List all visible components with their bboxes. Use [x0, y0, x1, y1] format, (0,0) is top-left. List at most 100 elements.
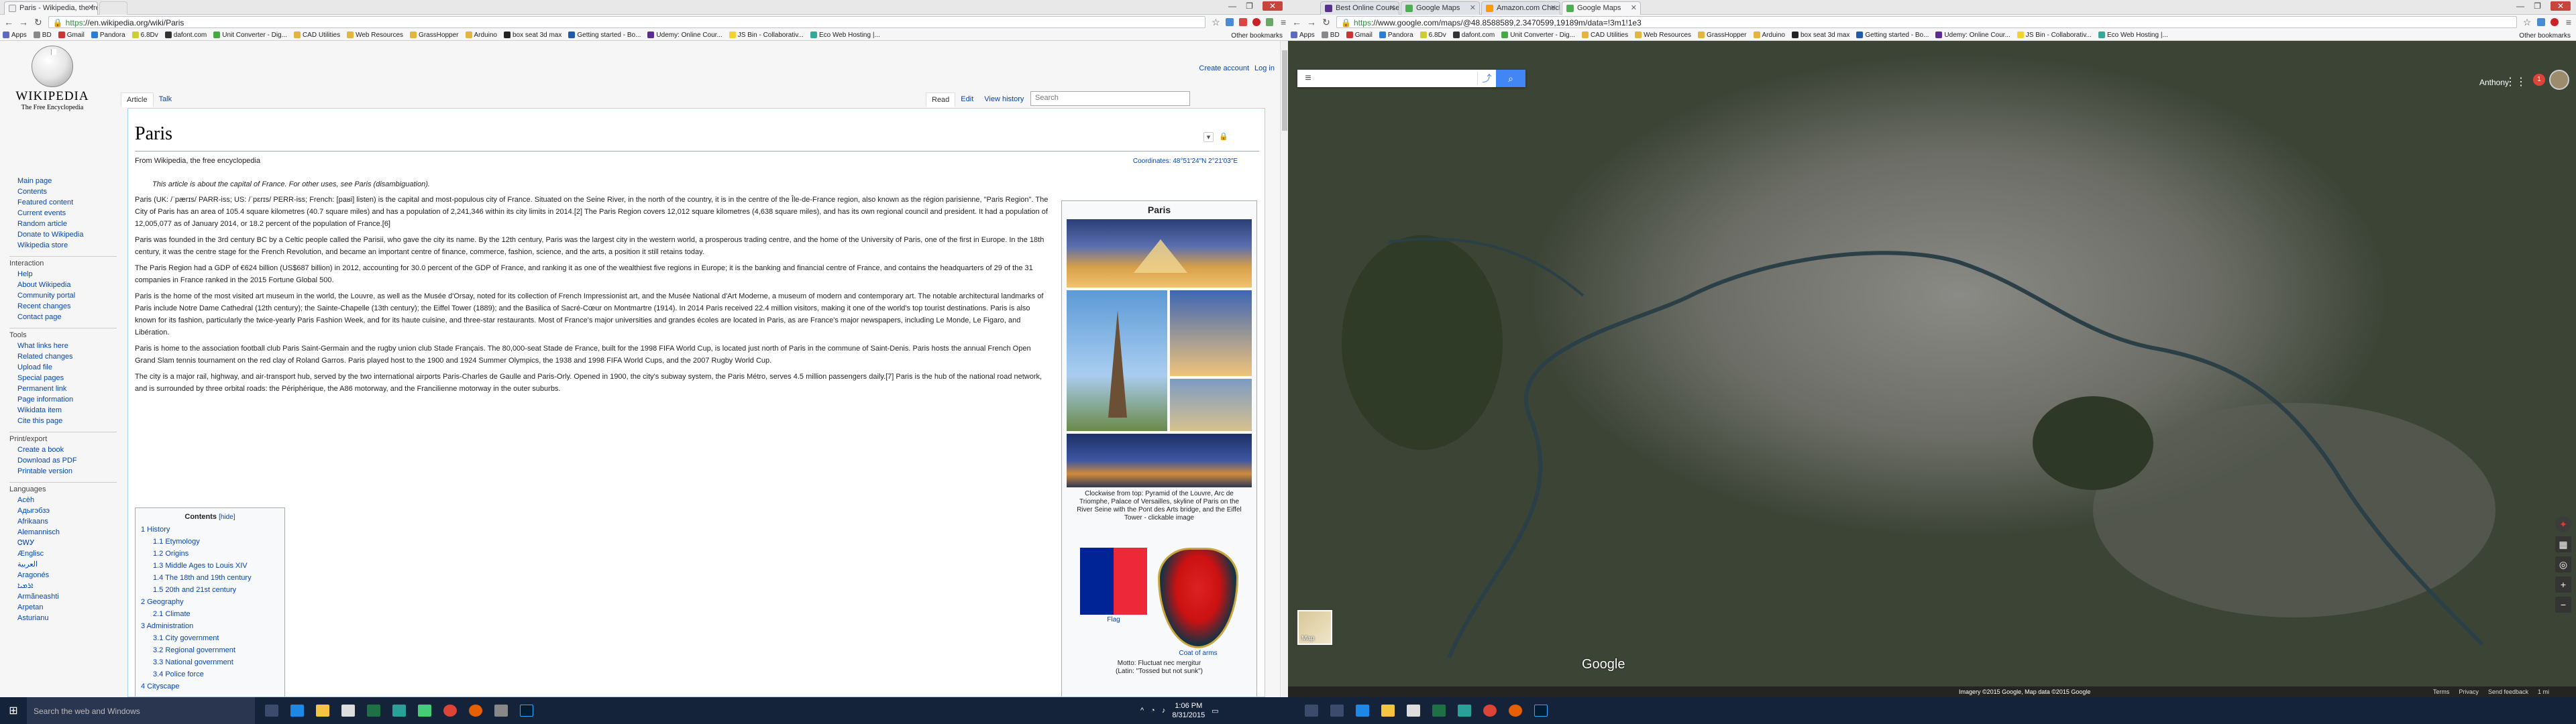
bookmark-item[interactable]: JS Bin - Collaborativ...	[729, 32, 804, 39]
chrome-icon[interactable]	[440, 701, 460, 721]
tab-wikipedia[interactable]: Paris - Wikipedia, the free ✕	[4, 1, 98, 15]
sidebar-link[interactable]: Cite this page	[9, 416, 117, 426]
extension-icon[interactable]	[2537, 18, 2545, 26]
tab-google-maps[interactable]: Google Maps ✕	[1401, 1, 1480, 15]
star-icon[interactable]: ☆	[2522, 17, 2532, 28]
bookmark-item[interactable]: box seat 3d max	[503, 32, 561, 39]
bookmark-item[interactable]: Web Resources	[347, 32, 403, 39]
tab-talk[interactable]: Talk	[154, 93, 178, 107]
language-link[interactable]: Acèh	[9, 495, 117, 505]
sidebar-link[interactable]: Create a book	[9, 444, 117, 455]
language-link[interactable]: ᏣᎳᎩ	[9, 538, 117, 548]
url-field[interactable]: 🔒 https://en.wikipedia.org/wiki/Paris	[48, 16, 1206, 28]
tools-dropdown-icon[interactable]: ▾	[1203, 132, 1214, 142]
tab-google-maps-active[interactable]: Google Maps ✕	[1562, 1, 1641, 15]
tab-read[interactable]: Read	[926, 93, 956, 107]
log-in-link[interactable]: Log in	[1254, 64, 1275, 72]
edge-icon[interactable]	[287, 701, 307, 721]
pinterest-icon[interactable]	[1252, 18, 1260, 26]
excel-icon[interactable]	[1429, 701, 1449, 721]
arc-de-triomphe-image[interactable]	[1170, 290, 1252, 376]
bookmark-item[interactable]: Pandora	[91, 32, 125, 39]
language-link[interactable]: العربية	[9, 559, 117, 570]
wiki-search-input[interactable]: Search	[1030, 91, 1190, 106]
extension-icon[interactable]	[1226, 18, 1234, 26]
firefox-icon[interactable]	[1505, 701, 1525, 721]
file-explorer-icon[interactable]	[1378, 701, 1398, 721]
bookmark-item[interactable]: Apps	[3, 32, 27, 39]
store-icon[interactable]	[1403, 701, 1424, 721]
notifications-icon[interactable]: ▭	[1212, 707, 1218, 715]
close-window-icon[interactable]: ✕	[1262, 1, 1283, 11]
url-field[interactable]: 🔒 https://www.google.com/maps/@48.8588589…	[1336, 16, 2517, 28]
store-icon[interactable]	[338, 701, 358, 721]
sidebar-link[interactable]: Featured content	[9, 197, 117, 208]
sidebar-link[interactable]: Contents	[9, 186, 117, 197]
flag-of-paris[interactable]	[1080, 548, 1147, 615]
app-icon[interactable]	[389, 701, 409, 721]
language-link[interactable]: Aragonés	[9, 570, 117, 581]
toc-item[interactable]: 2 Geography	[141, 596, 279, 608]
toc-item[interactable]: 3 Administration	[141, 620, 279, 632]
map-type-toggle[interactable]: Map	[1297, 610, 1332, 645]
sidebar-link[interactable]: What links here	[9, 341, 117, 351]
toc-item[interactable]: 1 History	[141, 524, 279, 536]
bookmark-item[interactable]: Apps	[1291, 32, 1315, 39]
bookmark-item[interactable]: Udemy: Online Cour...	[1935, 32, 2010, 39]
toc-item[interactable]: 1.3 Middle Ages to Louis XIV	[141, 560, 279, 572]
coat-of-arms-label[interactable]: Coat of arms	[1158, 650, 1238, 657]
language-link[interactable]: Arpetan	[9, 602, 117, 613]
toc-item[interactable]: 1.4 The 18th and 19th century	[141, 572, 279, 584]
back-icon[interactable]: ←	[1292, 17, 1301, 27]
reload-icon[interactable]: ↻	[34, 17, 43, 28]
bookmark-item[interactable]: GrassHopper	[1698, 32, 1747, 39]
toc-item[interactable]: 3.3 National government	[141, 656, 279, 668]
sidebar-link[interactable]: Donate to Wikipedia	[9, 229, 117, 240]
language-link[interactable]: Адыгэбзэ	[9, 505, 117, 516]
task-view-icon[interactable]	[1327, 701, 1347, 721]
language-link[interactable]: Afrikaans	[9, 516, 117, 527]
apps-grid-icon[interactable]: ⋮⋮	[2505, 75, 2526, 88]
bookmark-item[interactable]: Getting started - Bo...	[568, 32, 641, 39]
versailles-image[interactable]	[1170, 379, 1252, 431]
back-icon[interactable]: ←	[4, 17, 13, 27]
bookmark-item[interactable]: Udemy: Online Cour...	[647, 32, 722, 39]
language-link[interactable]: ܐܪܡܝܐ	[9, 581, 117, 591]
bookmark-item[interactable]: Eco Web Hosting |...	[810, 32, 880, 39]
sidebar-link[interactable]: Page information	[9, 394, 117, 405]
language-link[interactable]: Asturianu	[9, 613, 117, 623]
tab-article[interactable]: Article	[121, 93, 154, 107]
toc-item[interactable]: 2.1 Climate	[141, 608, 279, 620]
toc-item[interactable]: 1.1 Etymology	[141, 536, 279, 548]
star-icon[interactable]: ☆	[1211, 17, 1220, 28]
directions-icon[interactable]: ⤴	[1477, 72, 1496, 85]
bookmark-item[interactable]: 6.8Dv	[131, 32, 158, 39]
zoom-out-icon[interactable]: −	[2555, 597, 2571, 613]
forward-icon[interactable]: →	[1307, 17, 1316, 27]
app-icon[interactable]	[415, 701, 435, 721]
send-feedback-link[interactable]: Send feedback	[2488, 688, 2528, 695]
menu-icon[interactable]: ≡	[1279, 17, 1288, 27]
bookmark-item[interactable]: Unit Converter - Dig...	[213, 32, 287, 39]
forward-icon[interactable]: →	[19, 17, 28, 27]
close-tab-icon[interactable]: ✕	[88, 3, 94, 12]
bookmark-item[interactable]: Gmail	[1346, 32, 1373, 39]
sidebar-link[interactable]: Help	[9, 269, 117, 280]
sidebar-link[interactable]: Recent changes	[9, 301, 117, 312]
bookmark-item[interactable]: JS Bin - Collaborativ...	[2017, 32, 2092, 39]
terms-link[interactable]: Terms	[2433, 688, 2450, 695]
coat-of-arms-image[interactable]	[1158, 548, 1238, 648]
photoshop-icon[interactable]	[517, 701, 537, 721]
bookmark-item[interactable]: Eco Web Hosting |...	[2098, 32, 2168, 39]
close-tab-icon[interactable]: ✕	[1550, 3, 1556, 12]
tab-view-history[interactable]: View history	[979, 93, 1029, 107]
sidebar-link[interactable]: Download as PDF	[9, 455, 117, 466]
app-icon[interactable]	[491, 701, 511, 721]
compass-icon[interactable]: ✦	[2555, 516, 2571, 532]
bookmark-item[interactable]: dafont.com	[1452, 32, 1495, 39]
sidebar-link[interactable]: Upload file	[9, 362, 117, 373]
bookmark-item[interactable]: 6.8Dv	[1419, 32, 1446, 39]
bookmark-item[interactable]: Arduino	[1753, 32, 1785, 39]
bookmark-item[interactable]: CAD Utilities	[293, 32, 340, 39]
volume-icon[interactable]: ♪	[1162, 707, 1166, 715]
